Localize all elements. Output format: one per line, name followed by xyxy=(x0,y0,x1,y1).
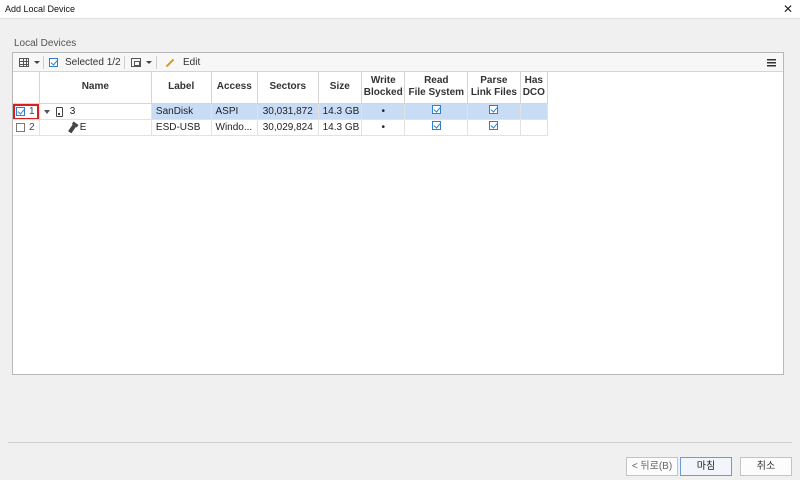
footer-divider xyxy=(8,442,792,443)
chevron-down-icon xyxy=(34,61,40,64)
sectors-cell[interactable]: 30,029,824 xyxy=(257,119,319,136)
size-cell[interactable]: 14.3 GB xyxy=(318,119,363,136)
row-number: 2 xyxy=(29,121,35,133)
read-file-system-cell[interactable] xyxy=(404,103,469,120)
size-cell[interactable]: 14.3 GB xyxy=(318,103,363,120)
label-cell[interactable]: SanDisk xyxy=(151,103,212,120)
column-header-size[interactable]: Size xyxy=(318,72,363,104)
column-header-has-dco[interactable]: Has DCO xyxy=(520,72,549,104)
row-checkbox[interactable] xyxy=(16,122,25,132)
device-name: 3 xyxy=(69,105,76,117)
title-bar: Add Local Device ✕ xyxy=(0,0,800,19)
row-header-column xyxy=(13,72,40,104)
finish-button[interactable]: 마침 xyxy=(680,457,732,476)
read-file-system-checkbox[interactable] xyxy=(431,121,441,130)
table-row[interactable]: 1 3 SanDisk ASPI 30,031,872 14.3 GB • xyxy=(13,103,549,120)
selected-count: Selected 1/2 xyxy=(65,57,121,68)
header-line: Blocked xyxy=(363,87,403,99)
window-title: Add Local Device xyxy=(5,4,76,14)
write-blocked-cell[interactable]: • xyxy=(361,103,406,120)
expand-arrow-icon[interactable] xyxy=(43,109,50,114)
table-row[interactable]: 2 E ESD-USB Windo... 30,029,824 14.3 GB … xyxy=(13,119,549,136)
parse-link-files-checkbox[interactable] xyxy=(489,121,499,130)
access-cell[interactable]: ASPI xyxy=(211,103,258,120)
header-line: File System xyxy=(408,87,465,99)
column-header-access[interactable]: Access xyxy=(211,72,258,104)
header-line: Parse xyxy=(480,75,508,87)
header-line: Link Files xyxy=(470,87,517,99)
column-layout-button[interactable] xyxy=(19,53,40,72)
header-line: Write xyxy=(370,75,396,87)
grid-toolbar: Selected 1/2 Edit xyxy=(13,53,783,72)
drive-icon xyxy=(55,106,63,117)
parse-link-files-checkbox[interactable] xyxy=(489,105,499,114)
column-header-name[interactable]: Name xyxy=(39,72,152,104)
toolbar-divider xyxy=(124,56,125,69)
access-cell[interactable]: Windo... xyxy=(211,119,258,136)
usb-icon xyxy=(67,124,76,133)
device-name: E xyxy=(79,121,87,133)
column-header-parse-link-files[interactable]: Parse Link Files xyxy=(467,72,521,104)
grid-icon xyxy=(19,58,29,67)
sectors-cell[interactable]: 30,031,872 xyxy=(257,103,319,120)
has-dco-cell[interactable] xyxy=(520,119,549,136)
frame-icon xyxy=(131,58,141,67)
header-line: Read xyxy=(424,75,449,87)
label-cell[interactable]: ESD-USB xyxy=(151,119,212,136)
highlight-box xyxy=(13,103,39,118)
header-line: DCO xyxy=(522,87,545,99)
header-line: Has xyxy=(524,75,543,87)
has-dco-cell[interactable] xyxy=(520,103,549,120)
local-devices-panel: Selected 1/2 Edit Name Label Access Sect… xyxy=(12,52,784,375)
header-row: Name Label Access Sectors Size Write Blo… xyxy=(13,72,549,104)
close-icon[interactable]: ✕ xyxy=(778,0,798,19)
column-header-write-blocked[interactable]: Write Blocked xyxy=(361,72,406,104)
back-button[interactable]: < 뒤로(B) xyxy=(626,457,678,476)
parse-link-files-cell[interactable] xyxy=(467,103,521,120)
read-file-system-checkbox[interactable] xyxy=(431,105,441,114)
chevron-down-icon xyxy=(146,61,152,64)
grid-menu-button[interactable] xyxy=(767,53,776,72)
write-blocked-cell[interactable]: • xyxy=(361,119,406,136)
name-cell[interactable]: E xyxy=(39,119,152,136)
edit-label: Edit xyxy=(183,57,201,68)
devices-table: Name Label Access Sectors Size Write Blo… xyxy=(13,72,549,136)
view-options-button[interactable] xyxy=(131,53,152,72)
toolbar-divider xyxy=(156,56,157,69)
cancel-button[interactable]: 취소 xyxy=(740,457,792,476)
toolbar-divider xyxy=(43,56,44,69)
column-header-sectors[interactable]: Sectors xyxy=(257,72,319,104)
column-header-read-file-system[interactable]: Read File System xyxy=(404,72,469,104)
name-cell[interactable]: 3 xyxy=(39,103,152,120)
parse-link-files-cell[interactable] xyxy=(467,119,521,136)
selected-toggle[interactable]: Selected 1/2 xyxy=(49,53,121,72)
checkbox-icon xyxy=(49,58,58,67)
read-file-system-cell[interactable] xyxy=(404,119,469,136)
group-label: Local Devices xyxy=(14,38,77,49)
column-header-label[interactable]: Label xyxy=(151,72,212,104)
row-header[interactable]: 2 xyxy=(13,119,40,136)
edit-button[interactable]: Edit xyxy=(165,53,200,72)
menu-icon xyxy=(767,58,776,67)
pencil-icon xyxy=(165,58,175,67)
row-header[interactable]: 1 xyxy=(13,103,40,120)
